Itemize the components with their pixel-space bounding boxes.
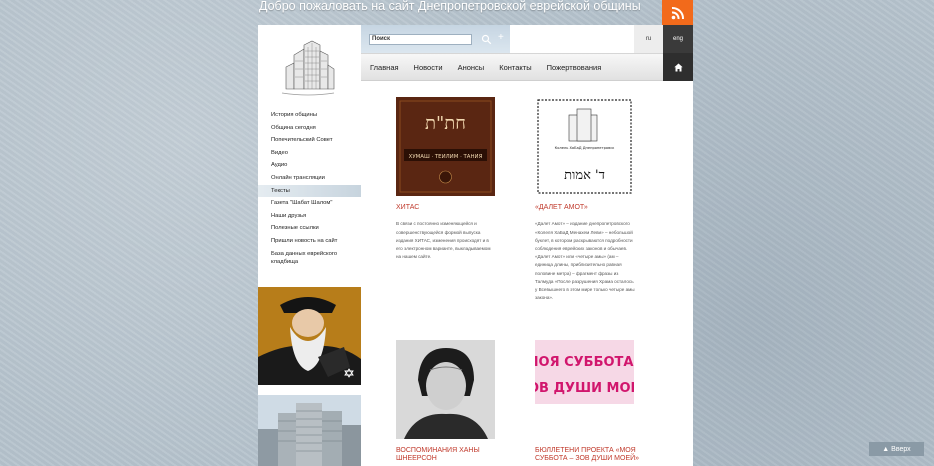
sidebar-item-send-news[interactable]: Пришли новость на сайт (258, 235, 361, 248)
rebbe-banner[interactable] (258, 287, 361, 385)
my-shabbat-cover-line2: ЗОВ ДУШИ МОЕЙ (535, 380, 634, 396)
card-text-hitas: В связи с постоянно изменяющейся и совер… (396, 221, 491, 260)
sidebar-item-live[interactable]: Онлайн трансляции (258, 172, 361, 185)
community-logo[interactable] (278, 37, 338, 97)
lang-eng-button[interactable]: eng (663, 25, 693, 53)
dalet-amot-cover-caption: Колель ХаБаД Днепропетровск (555, 146, 616, 150)
nav-item-announcements[interactable]: Анонсы (458, 63, 485, 72)
sidebar-item-board[interactable]: Попечительский Совет (258, 134, 361, 147)
card-title-chana-schneerson[interactable]: ВОСПОМИНАНИЯ ХАНЫ ШНЕЕРСОН (396, 447, 506, 464)
building-image (258, 395, 361, 466)
page-container: Поиск + ru eng Главная Новости Анонсы Ко… (258, 25, 693, 466)
sidebar-item-cemetery-db[interactable]: База данных еврейского кладбища (258, 248, 361, 269)
scroll-to-top-button[interactable]: ▲ Вверх (869, 442, 924, 456)
nav-item-contacts[interactable]: Контакты (499, 63, 531, 72)
home-icon (673, 63, 683, 71)
nav-item-donations[interactable]: Пожертвования (547, 63, 602, 72)
dalet-amot-cover-hebrew: ד' אמות (564, 168, 605, 183)
card-hitas: חת"ת ХУМАШ · ТЕИЛИМ · ТАНИЯ ХИТАС В связ… (396, 97, 506, 261)
sidebar-item-history[interactable]: История общины (258, 109, 361, 122)
sidebar-menu: История общины Община сегодня Попечитель… (258, 109, 361, 269)
home-button[interactable] (663, 53, 693, 81)
sidebar-item-community-today[interactable]: Община сегодня (258, 122, 361, 135)
hitas-cover-image[interactable]: חת"ת ХУМАШ · ТЕИЛИМ · ТАНИЯ (396, 97, 495, 196)
plus-icon[interactable]: + (498, 33, 504, 43)
hitas-cover-subtitle: ХУМАШ · ТЕИЛИМ · ТАНИЯ (409, 154, 483, 160)
rss-icon (671, 7, 684, 20)
card-dalet-amot: Колель ХаБаД Днепропетровск ד' אמות «ДАЛ… (535, 97, 645, 302)
chana-schneerson-photo[interactable] (396, 340, 495, 439)
lang-ru-button[interactable]: ru (634, 25, 663, 53)
rebbe-portrait-image (258, 287, 361, 385)
card-chana-schneerson: ВОСПОМИНАНИЯ ХАНЫ ШНЕЕРСОН (396, 340, 506, 464)
sidebar-item-audio[interactable]: Аудио (258, 159, 361, 172)
nav-item-home[interactable]: Главная (370, 63, 399, 72)
hitas-cover-hebrew: חת"ת (425, 113, 466, 134)
card-my-shabbat: МОЯ СУББОТА - ЗОВ ДУШИ МОЕЙ БЮЛЛЕТЕНИ ПР… (535, 340, 645, 464)
my-shabbat-cover-line1: МОЯ СУББОТА - (535, 355, 634, 370)
main-nav: Главная Новости Анонсы Контакты Пожертво… (361, 53, 663, 81)
nav-item-news[interactable]: Новости (414, 63, 443, 72)
dalet-amot-cover-image[interactable]: Колель ХаБаД Днепропетровск ד' אמות (535, 97, 634, 196)
card-title-dalet-amot[interactable]: «ДАЛЕТ АМОТ» (535, 204, 645, 212)
sidebar-item-friends[interactable]: Наши друзья (258, 210, 361, 223)
my-shabbat-cover-image[interactable]: МОЯ СУББОТА - ЗОВ ДУШИ МОЕЙ (535, 340, 634, 439)
site-title: Добро пожаловать на сайт Днепропетровско… (259, 0, 641, 13)
search-bar: Поиск + (361, 25, 510, 53)
card-title-my-shabbat[interactable]: БЮЛЛЕТЕНИ ПРОЕКТА «МОЯ СУББОТА – ЗОВ ДУШ… (535, 447, 645, 464)
search-icon[interactable] (481, 34, 492, 45)
search-input[interactable]: Поиск (369, 34, 472, 45)
city-building-photo[interactable] (258, 395, 361, 466)
card-text-dalet-amot: «Далет Амот» – издание днепропетровского… (535, 221, 635, 301)
card-title-hitas[interactable]: ХИТАС (396, 204, 506, 212)
sidebar-item-video[interactable]: Видео (258, 147, 361, 160)
rss-button[interactable] (662, 0, 693, 26)
sidebar-item-texts[interactable]: Тексты (258, 184, 361, 198)
sidebar-item-newspaper[interactable]: Газета "Шабат Шалом" (258, 197, 361, 210)
sidebar-item-links[interactable]: Полезные ссылки (258, 222, 361, 235)
